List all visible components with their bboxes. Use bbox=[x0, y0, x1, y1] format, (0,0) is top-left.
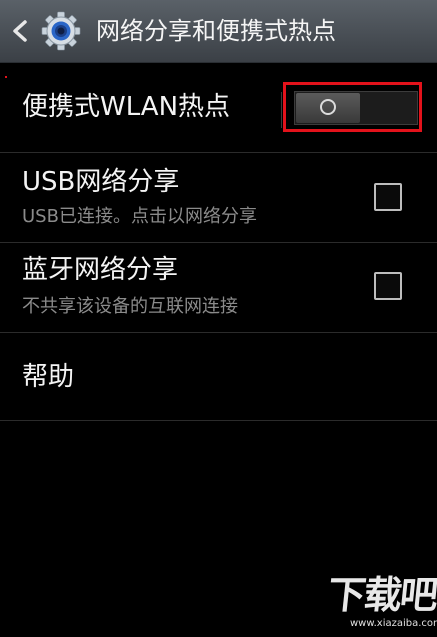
bluetooth-tethering-label: 蓝牙网络分享 bbox=[22, 255, 179, 285]
help-label: 帮助 bbox=[22, 362, 75, 392]
usb-tethering-label: USB网络分享 bbox=[22, 167, 180, 197]
watermark-url: www.xiazaiba.com bbox=[350, 618, 437, 629]
list-item-help[interactable]: 帮助 bbox=[0, 333, 437, 421]
usb-tethering-checkbox[interactable] bbox=[374, 183, 402, 211]
bluetooth-tethering-checkbox[interactable] bbox=[374, 272, 402, 300]
watermark-logo-text: 下载吧 bbox=[325, 573, 437, 617]
watermark-logo: 下载吧 www.xiazaiba.com bbox=[325, 572, 437, 634]
highlight-annotation bbox=[283, 82, 422, 132]
divider bbox=[281, 92, 282, 128]
bluetooth-tethering-subtitle: 不共享该设备的互联网连接 bbox=[22, 296, 238, 317]
page-title: 网络分享和便携式热点 bbox=[96, 17, 336, 45]
list-item-usb-tethering[interactable]: USB网络分享 USB已连接。点击以网络分享 bbox=[0, 153, 437, 243]
wlan-hotspot-label: 便携式WLAN热点 bbox=[22, 92, 231, 122]
gear-icon[interactable] bbox=[41, 11, 81, 51]
chevron-left-icon[interactable] bbox=[10, 19, 30, 43]
usb-tethering-subtitle: USB已连接。点击以网络分享 bbox=[22, 206, 257, 227]
action-bar: 网络分享和便携式热点 bbox=[0, 0, 437, 63]
list-item-bluetooth-tethering[interactable]: 蓝牙网络分享 不共享该设备的互联网连接 bbox=[0, 243, 437, 333]
